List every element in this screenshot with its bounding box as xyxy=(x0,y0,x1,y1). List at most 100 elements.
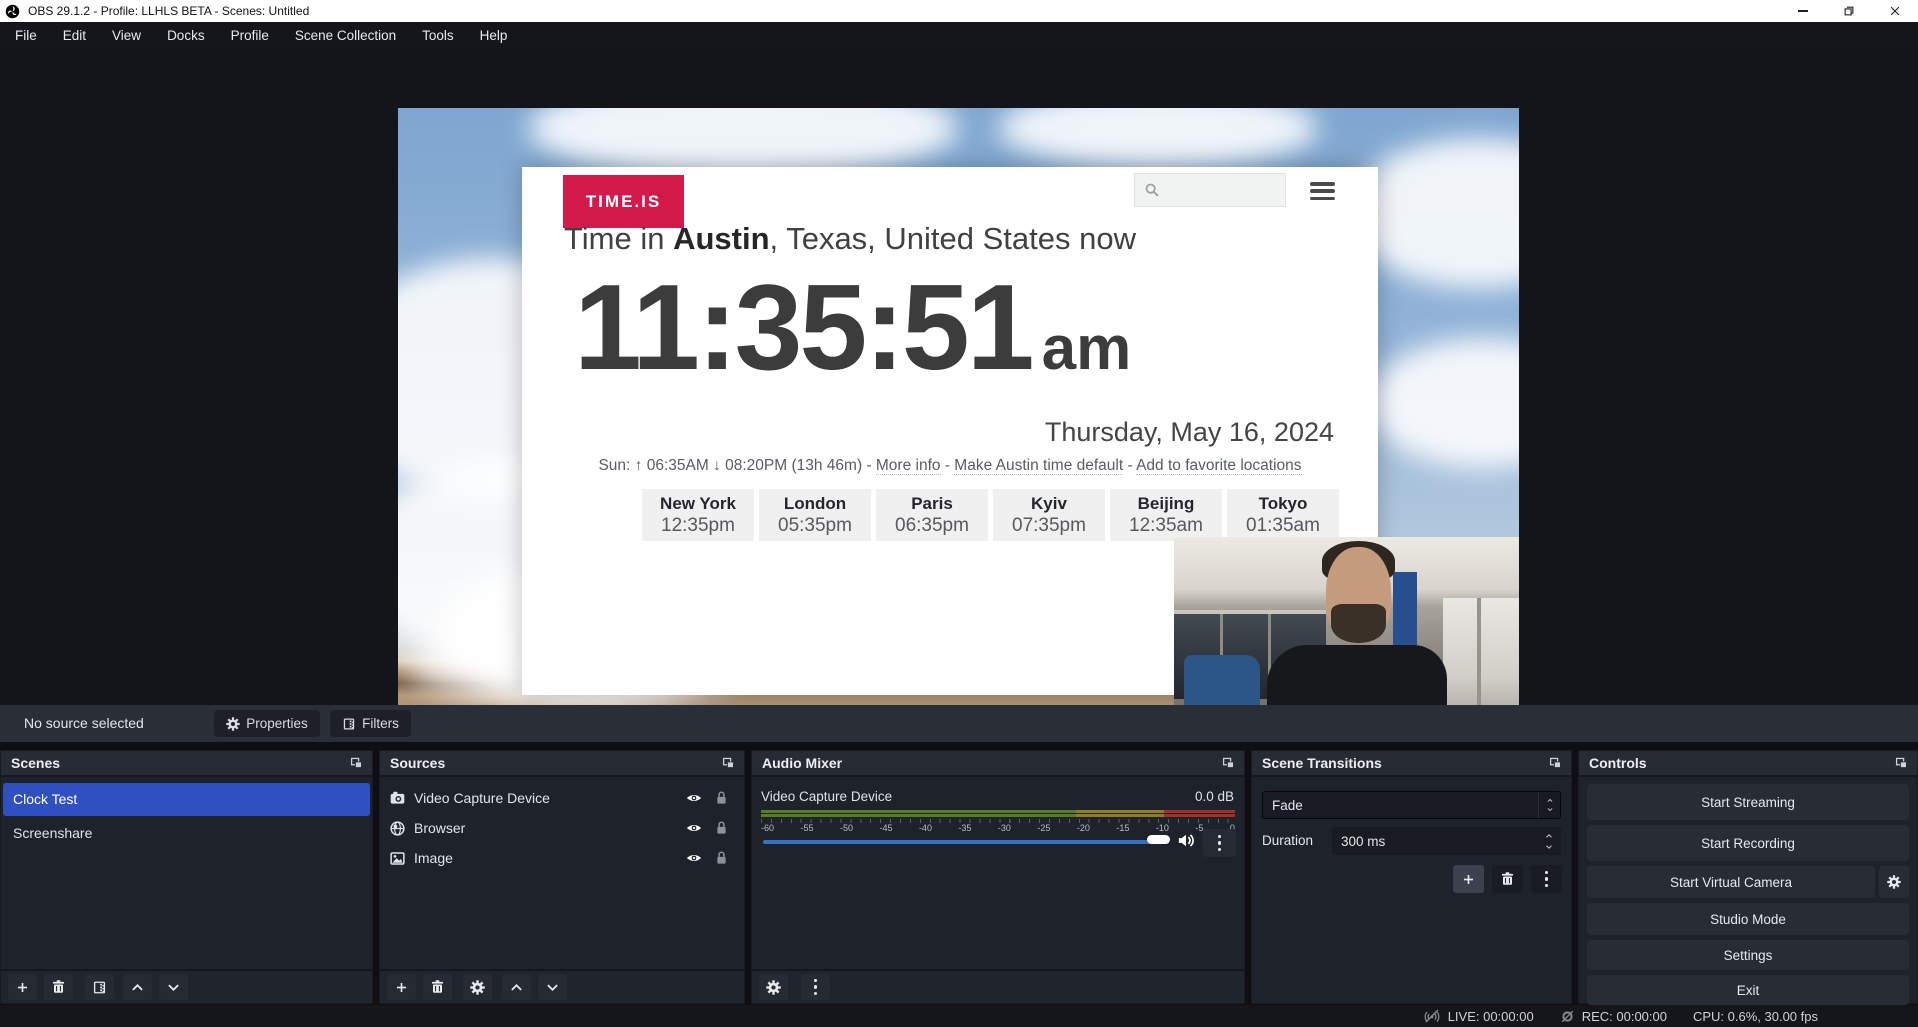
city-cell: Paris06:35pm xyxy=(876,489,988,541)
remove-transition-button[interactable] xyxy=(1492,865,1523,893)
source-item-browser[interactable]: Browser xyxy=(380,813,744,843)
menu-tools[interactable]: Tools xyxy=(409,22,467,50)
scene-item-clock-test[interactable]: Clock Test xyxy=(3,783,370,816)
scene-up-button[interactable] xyxy=(123,974,152,1000)
sources-list: Video Capture Device Browser Image xyxy=(380,777,744,873)
source-up-button[interactable] xyxy=(502,974,531,1000)
make-default-link: Make Austin time default xyxy=(954,457,1123,475)
properties-button[interactable]: Properties xyxy=(214,710,320,737)
start-streaming-button[interactable]: Start Streaming xyxy=(1587,784,1909,820)
visibility-eye-icon[interactable] xyxy=(685,820,703,836)
db-tick-label: -35 xyxy=(958,823,971,833)
source-properties-button[interactable] xyxy=(463,974,492,1000)
dock-area: Scenes Clock Test Screenshare Sources Vi… xyxy=(0,742,1918,1005)
virtual-camera-config-button[interactable] xyxy=(1879,866,1909,898)
menu-bar: File Edit View Docks Profile Scene Colle… xyxy=(0,22,1918,50)
transition-options-button[interactable] xyxy=(1531,865,1562,893)
chevron-up-icon xyxy=(130,980,145,995)
popout-icon[interactable] xyxy=(1221,756,1236,770)
clock-time: 11:35:51 xyxy=(574,263,1032,391)
volume-slider-handle[interactable] xyxy=(1147,835,1170,844)
exit-button[interactable]: Exit xyxy=(1587,975,1909,1005)
studio-mode-button[interactable]: Studio Mode xyxy=(1587,903,1909,935)
menu-scene-collection[interactable]: Scene Collection xyxy=(282,22,409,50)
trash-icon xyxy=(51,980,66,995)
combo-arrows xyxy=(1538,792,1560,818)
popout-icon[interactable] xyxy=(1894,756,1909,770)
preview-canvas[interactable]: TIME.IS Time in Austin, Texas, United St… xyxy=(398,108,1519,740)
remove-source-button[interactable] xyxy=(423,974,452,1000)
mixer-options-button[interactable] xyxy=(1203,829,1236,857)
visibility-eye-icon[interactable] xyxy=(685,850,703,866)
audio-mixer-header[interactable]: Audio Mixer xyxy=(752,751,1244,777)
visibility-eye-icon[interactable] xyxy=(685,790,703,806)
scenes-panel: Scenes Clock Test Screenshare xyxy=(0,750,373,1004)
close-button[interactable] xyxy=(1872,0,1918,22)
chevron-down-icon xyxy=(1545,806,1555,813)
duration-spinbox[interactable]: 300 ms xyxy=(1332,827,1561,855)
menu-view[interactable]: View xyxy=(99,22,154,50)
advanced-audio-button[interactable] xyxy=(759,974,788,1000)
scenes-panel-header[interactable]: Scenes xyxy=(1,751,372,777)
filter-icon xyxy=(92,980,107,995)
trash-icon xyxy=(430,980,445,995)
remove-scene-button[interactable] xyxy=(44,974,73,1000)
source-item-image[interactable]: Image xyxy=(380,843,744,873)
scene-item-screenshare[interactable]: Screenshare xyxy=(1,818,372,848)
menu-docks[interactable]: Docks xyxy=(154,22,218,50)
plus-icon xyxy=(394,980,409,995)
add-scene-button[interactable] xyxy=(8,974,37,1000)
sources-panel-header[interactable]: Sources xyxy=(380,751,744,777)
db-tick-label: -55 xyxy=(800,823,813,833)
controls-header[interactable]: Controls xyxy=(1579,751,1917,777)
db-tick-label: -50 xyxy=(840,823,853,833)
gear-icon xyxy=(1887,875,1901,889)
add-transition-button[interactable] xyxy=(1453,865,1484,893)
speaker-icon[interactable] xyxy=(1176,831,1195,850)
lock-icon[interactable] xyxy=(714,820,729,836)
spin-arrows[interactable] xyxy=(1543,832,1555,851)
sources-toolbar xyxy=(380,969,744,1003)
settings-button[interactable]: Settings xyxy=(1587,940,1909,970)
popout-icon[interactable] xyxy=(1548,756,1563,770)
source-down-button[interactable] xyxy=(538,974,567,1000)
world-clock-row: New York12:35pm London05:35pm Paris06:35… xyxy=(642,489,1339,541)
timeis-search-box xyxy=(1134,173,1286,207)
lock-icon[interactable] xyxy=(714,790,729,806)
volume-slider[interactable] xyxy=(763,840,1169,844)
start-virtual-camera-button[interactable]: Start Virtual Camera xyxy=(1587,866,1875,898)
db-tick-label: -40 xyxy=(919,823,932,833)
transitions-header[interactable]: Scene Transitions xyxy=(1252,751,1571,777)
transition-select[interactable]: Fade xyxy=(1262,791,1561,819)
db-tick-label: -60 xyxy=(761,823,774,833)
restore-button[interactable] xyxy=(1826,0,1872,22)
menu-file[interactable]: File xyxy=(0,22,50,50)
scene-down-button[interactable] xyxy=(159,974,188,1000)
filters-button[interactable]: Filters xyxy=(330,710,411,737)
start-recording-button[interactable]: Start Recording xyxy=(1587,825,1909,861)
menu-profile[interactable]: Profile xyxy=(218,22,282,50)
city-cell: New York12:35pm xyxy=(642,489,754,541)
gear-icon xyxy=(470,980,485,995)
window-title: OBS 29.1.2 - Profile: LLHLS BETA - Scene… xyxy=(28,4,309,18)
source-status-text: No source selected xyxy=(24,715,144,731)
timeis-heading: Time in Austin, Texas, United States now xyxy=(564,221,1136,257)
scene-filters-button[interactable] xyxy=(85,974,114,1000)
add-source-button[interactable] xyxy=(387,974,416,1000)
popout-icon[interactable] xyxy=(721,756,736,770)
popout-icon[interactable] xyxy=(349,756,364,770)
mixer-toolbar xyxy=(752,969,1244,1003)
db-tick-label: -15 xyxy=(1116,823,1129,833)
chevron-up-icon xyxy=(1543,832,1555,840)
title-bar: OBS 29.1.2 - Profile: LLHLS BETA - Scene… xyxy=(0,0,1918,22)
timeis-sun-line: Sun: ↑ 06:35AM ↓ 08:20PM (13h 46m) - Mor… xyxy=(522,457,1378,475)
mixer-menu-button[interactable] xyxy=(801,974,830,1000)
city-cell: London05:35pm xyxy=(759,489,871,541)
lock-icon[interactable] xyxy=(714,850,729,866)
chevron-down-icon xyxy=(166,980,181,995)
menu-help[interactable]: Help xyxy=(467,22,521,50)
db-tick-label: -45 xyxy=(879,823,892,833)
menu-edit[interactable]: Edit xyxy=(50,22,99,50)
source-item-video-capture[interactable]: Video Capture Device xyxy=(380,783,744,813)
minimize-button[interactable] xyxy=(1780,0,1826,22)
